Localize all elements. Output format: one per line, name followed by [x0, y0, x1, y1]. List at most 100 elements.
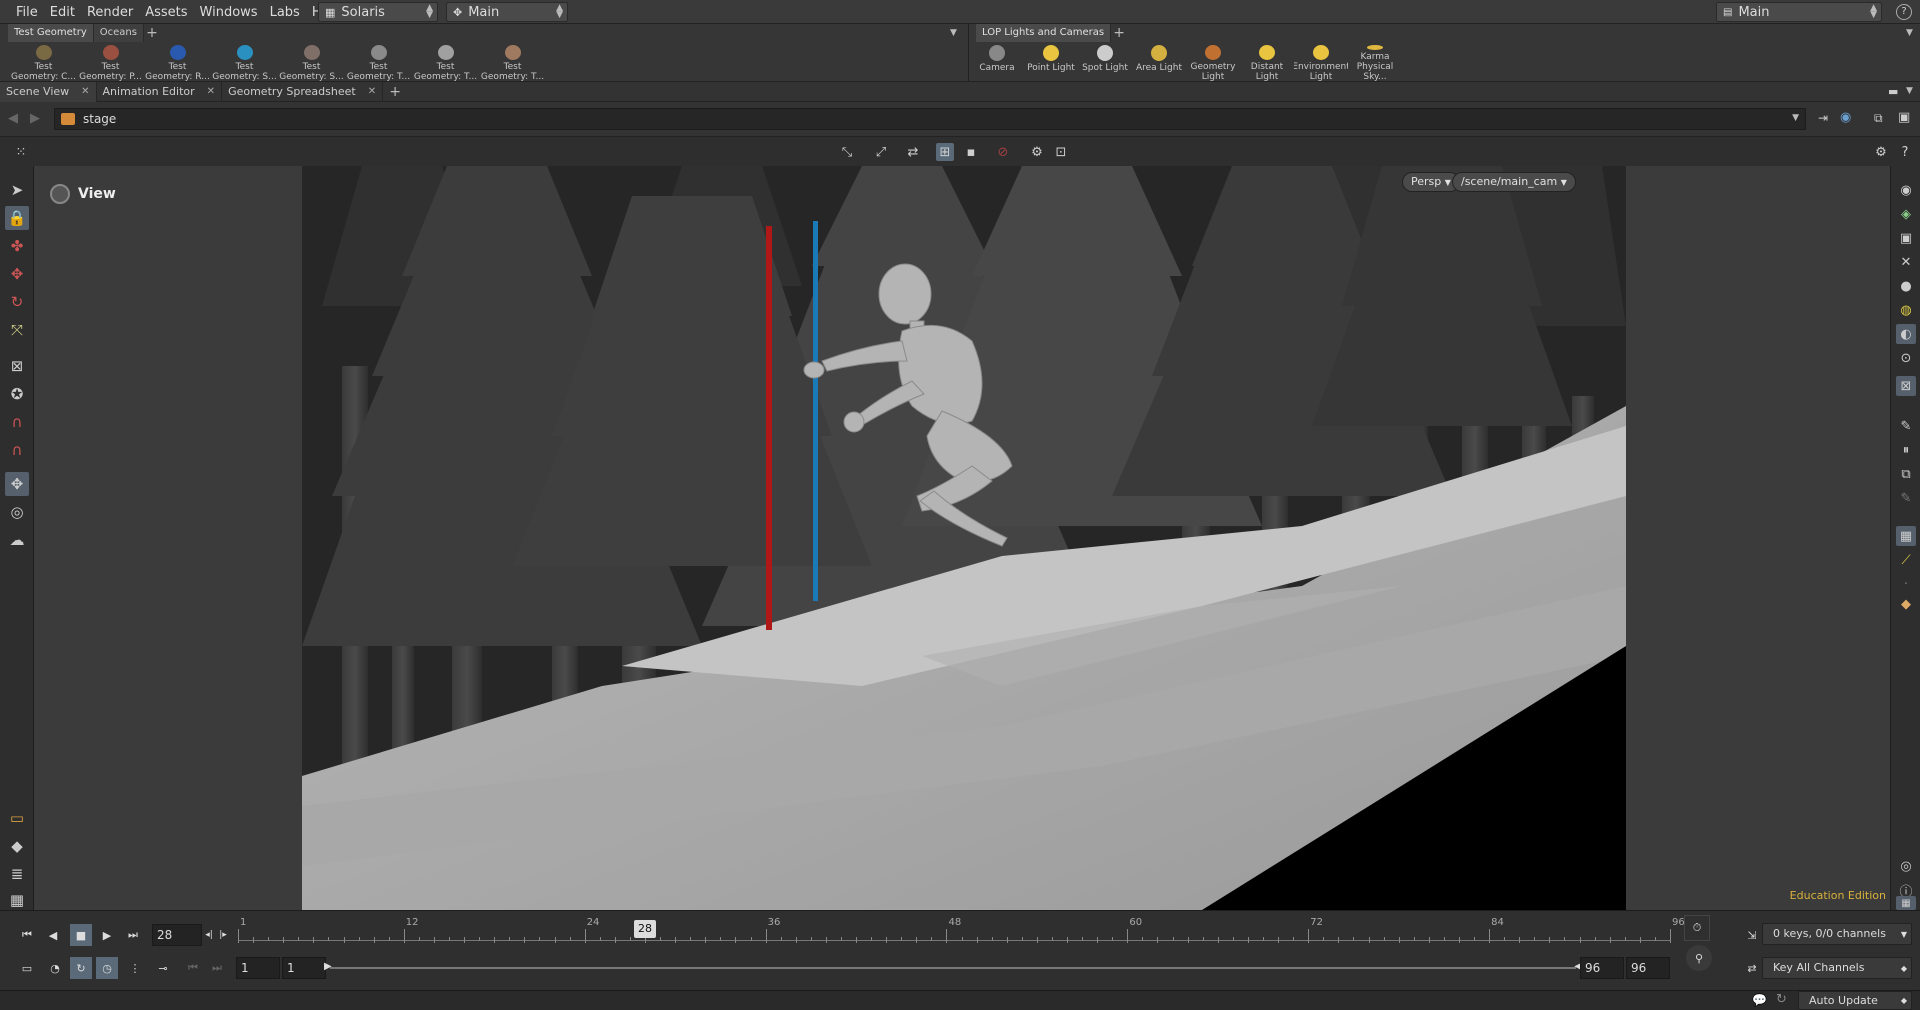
current-frame-marker[interactable]: 28 [633, 920, 656, 938]
key-channels-button[interactable]: Key All Channels ◆ [1762, 957, 1912, 979]
menu-item-file[interactable]: File [10, 5, 44, 20]
dot-icon[interactable]: · [1896, 574, 1916, 594]
menu-item-render[interactable]: Render [81, 5, 139, 20]
next-key-icon[interactable]: ⏭ [206, 957, 228, 979]
light-icon[interactable]: ◐ [1896, 324, 1916, 344]
pose-icon[interactable]: ✤ [5, 234, 29, 258]
auto-update-button[interactable]: Auto Update ◆ [1798, 991, 1912, 1010]
scene-graph-icon[interactable]: ◆ [5, 834, 29, 858]
shelf-menu-icon[interactable]: ▼ [1906, 28, 1913, 38]
keys-icon[interactable]: ⇲ [1740, 924, 1764, 946]
rotate-icon[interactable]: ↻ [5, 290, 29, 314]
scale-icon[interactable]: ⤧ [5, 318, 29, 342]
camera-dropdown[interactable]: /scene/main_cam ▼ [1452, 172, 1576, 192]
pane-grid-icon[interactable]: ⁙ [12, 143, 30, 161]
headlight-icon[interactable]: ◍ [1896, 300, 1916, 320]
range-slider[interactable]: ▶ ◀ [324, 961, 1582, 972]
translate-icon[interactable]: ✥ [5, 262, 29, 286]
pause-icon[interactable]: ⏸ [1896, 440, 1916, 460]
play-reverse-icon[interactable]: ◀ [42, 924, 64, 946]
select-arrow-icon[interactable]: ➤ [5, 178, 29, 202]
key-tool-icon[interactable]: ⚲ [1686, 945, 1712, 971]
range-start-field[interactable]: 1 [236, 957, 280, 979]
layers-icon[interactable]: ≣ [5, 862, 29, 886]
stack-icon[interactable]: ▦ [5, 888, 29, 912]
snap-grid-icon[interactable]: ⊞ [936, 143, 954, 161]
add-shelf-tab-icon[interactable]: + [144, 25, 160, 41]
no-snap-icon[interactable]: ⊘ [994, 143, 1012, 161]
loop-icon[interactable]: ↻ [70, 957, 92, 979]
ticks-icon[interactable]: ⋮ [124, 957, 146, 979]
shelf-tab-lop-lights-cameras[interactable]: LOP Lights and Cameras [976, 24, 1112, 42]
visibility-icon[interactable]: ◎ [1896, 856, 1916, 876]
magnet-icon[interactable]: ∩ [5, 410, 29, 434]
prev-key-icon[interactable]: ⏮ [182, 957, 204, 979]
play-icon[interactable]: ▶ [96, 924, 118, 946]
tab-scene-view[interactable]: Scene View ✕ [0, 81, 97, 102]
frame-ruler[interactable]: 1 12 24 36 48 60 72 84 96 28 [238, 915, 1685, 949]
shelf-tool-shelf_right-5[interactable]: Distant Light [1240, 44, 1294, 82]
edit-transform-icon[interactable]: ⊠ [5, 354, 29, 378]
shelf-tool-shelf_left-6[interactable]: Test Geometry: T... [412, 44, 479, 82]
lock-icon[interactable]: 🔒 [5, 206, 29, 230]
render-region-icon[interactable]: ▭ [5, 806, 29, 830]
context-selector[interactable]: ✥ Main ▲ ▼ [446, 2, 568, 22]
timeline-options-icon[interactable]: ▭ [16, 957, 38, 979]
shelf-tool-shelf_left-1[interactable]: Test Geometry: P... [77, 44, 144, 82]
back-arrow-icon[interactable]: ◀ [8, 111, 18, 126]
shelf-tool-shelf_right-1[interactable]: Point Light [1024, 44, 1078, 82]
maximize-icon[interactable]: ▣ [1898, 110, 1910, 125]
key-channels-icon[interactable]: ⇄ [1740, 957, 1764, 979]
display-options-icon[interactable]: ⊡ [1052, 143, 1070, 161]
handle-icon[interactable]: ✪ [5, 382, 29, 406]
ruler-icon[interactable]: ⟋ [1896, 550, 1916, 570]
shelf-tool-shelf_left-7[interactable]: Test Geometry: T... [479, 44, 546, 82]
range-end-field[interactable]: 96 [1626, 957, 1670, 979]
shelf-tool-shelf_right-6[interactable]: Environment Light [1294, 44, 1348, 82]
pane-menu-icon[interactable]: ▼ [1906, 86, 1913, 96]
desktop-selector[interactable]: ▦ Solaris ▲ ▼ [318, 2, 438, 22]
realtime-icon[interactable]: ⏱ [1684, 915, 1710, 941]
menu-item-windows[interactable]: Windows [194, 5, 264, 20]
camera-icon[interactable]: ⊠ [1896, 376, 1916, 396]
light-tool-icon[interactable]: ☁ [5, 528, 29, 552]
step-forward-icon[interactable]: |▸ [216, 924, 230, 946]
link-icon[interactable]: ◉ [1840, 110, 1851, 125]
snap-screen-icon[interactable]: ▪ [962, 143, 980, 161]
shelf-tool-shelf_right-3[interactable]: Area Light [1132, 44, 1186, 82]
path-field[interactable]: stage ▼ [54, 108, 1806, 130]
menu-item-edit[interactable]: Edit [44, 5, 81, 20]
blue-pole[interactable] [813, 221, 818, 601]
shelf-tool-shelf_right-2[interactable]: Spot Light [1078, 44, 1132, 82]
jump-start-icon[interactable]: ⏮ [16, 924, 38, 946]
grid-icon[interactable]: ▦ [1896, 896, 1916, 910]
shelf-tool-shelf_right-4[interactable]: Geometry Light [1186, 44, 1240, 82]
brush-icon[interactable]: ✎ [1896, 416, 1916, 436]
magnet-alt-icon[interactable]: ∩ [5, 438, 29, 462]
camera-orbit-icon[interactable]: ◎ [5, 500, 29, 524]
range-left-handle-icon[interactable]: ▶ [324, 961, 332, 972]
chat-icon[interactable]: 💬 [1752, 993, 1767, 1007]
sphere-icon[interactable]: ● [1896, 276, 1916, 296]
menu-item-labs[interactable]: Labs [264, 5, 306, 20]
path-dropdown-icon[interactable]: ▼ [1792, 113, 1799, 123]
range-start-visible-field[interactable]: 1 [282, 957, 326, 979]
pane-layout-icon[interactable]: ▬ [1888, 85, 1898, 98]
snap-prim-icon[interactable]: ⤢ [872, 143, 890, 161]
right-context-selector[interactable]: ▤ Main ▲ ▼ [1716, 2, 1882, 22]
snap-point-icon[interactable]: ⤡ [838, 143, 856, 161]
pin-icon[interactable]: ⇥ [1818, 111, 1828, 125]
realtime-toggle-icon[interactable]: ◷ [96, 957, 118, 979]
forward-arrow-icon[interactable]: ▶ [30, 111, 40, 126]
close-icon[interactable]: ✕ [207, 82, 215, 102]
add-pane-tab-icon[interactable]: + [387, 84, 403, 100]
add-shelf-tab-icon[interactable]: + [1111, 25, 1127, 41]
shelf-tool-shelf_right-7[interactable]: Karma Physical Sky... [1348, 44, 1402, 82]
lock-icon[interactable]: ▣ [1896, 228, 1916, 248]
eye-icon[interactable]: ◉ [1896, 180, 1916, 200]
shelf-tab-oceans[interactable]: Oceans [93, 24, 144, 42]
help-icon[interactable]: ? [1896, 4, 1912, 20]
audio-icon[interactable]: ◔ [44, 957, 66, 979]
snap-multi-icon[interactable]: ⇄ [904, 143, 922, 161]
shelf-tool-shelf_left-4[interactable]: Test Geometry: S... [278, 44, 345, 82]
